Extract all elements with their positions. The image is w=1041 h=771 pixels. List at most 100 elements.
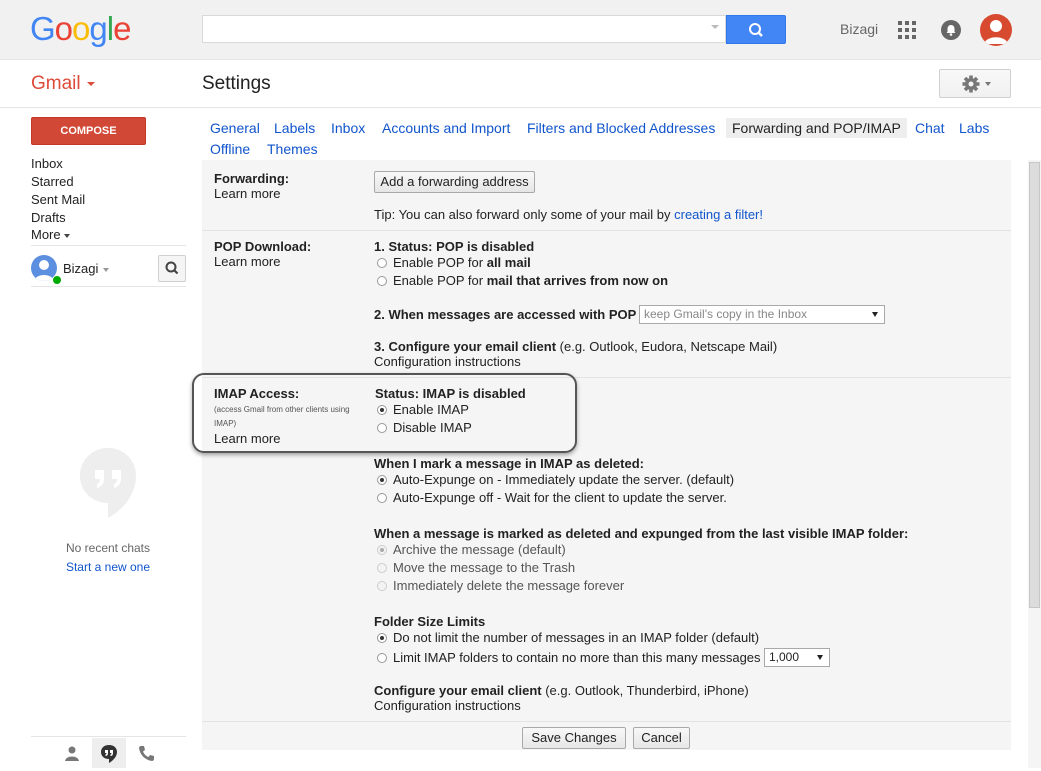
imap-deleted-heading: When I mark a message in IMAP as deleted…	[374, 456, 644, 471]
tab-inbox[interactable]: Inbox	[331, 120, 365, 136]
limit-folder-label[interactable]: Limit IMAP folders to contain no more th…	[393, 650, 761, 665]
pop-all-mail-label[interactable]: Enable POP for all mail	[393, 255, 531, 270]
search-input[interactable]	[202, 15, 726, 43]
pop-accessed-select[interactable]: keep Gmail's copy in the Inbox	[639, 305, 885, 324]
tab-labels[interactable]: Labels	[274, 120, 315, 136]
archive-message-label[interactable]: Archive the message (default)	[393, 542, 566, 557]
tab-forwarding-and-pop-imap[interactable]: Forwarding and POP/IMAP	[726, 118, 907, 138]
save-changes-button[interactable]: Save Changes	[522, 727, 626, 749]
chevron-down-icon	[872, 312, 878, 317]
pop-option-bold: all mail	[486, 255, 531, 270]
nav-item-starred[interactable]: Starred	[31, 174, 74, 189]
pop-learn-more-link[interactable]: Learn more	[214, 254, 280, 269]
no-recent-chats: No recent chats	[65, 541, 151, 555]
folder-limit-select[interactable]: 1,000	[764, 648, 830, 667]
gmail-brand-label: Gmail	[31, 73, 81, 94]
chat-divider	[31, 286, 186, 287]
search-icon	[749, 23, 763, 37]
settings-gear-button[interactable]	[939, 69, 1011, 98]
delete-forever-radio[interactable]	[377, 581, 387, 591]
logo-letter: o	[54, 10, 73, 47]
pop-from-now-radio[interactable]	[377, 276, 387, 286]
scrollbar-thumb[interactable]	[1029, 162, 1040, 608]
pop-configuration-instructions-link[interactable]: Configuration instructions	[374, 354, 521, 369]
contacts-person-icon[interactable]	[62, 744, 82, 762]
nav-item-sent-mail[interactable]: Sent Mail	[31, 192, 85, 207]
google-logo[interactable]: Google	[30, 10, 131, 48]
logo-letter: o	[72, 10, 90, 47]
auto-expunge-off-label[interactable]: Auto-Expunge off - Wait for the client t…	[393, 490, 727, 505]
avatar[interactable]	[980, 14, 1012, 46]
creating-filter-link[interactable]: creating a filter!	[674, 207, 763, 222]
section-divider	[202, 721, 1011, 722]
add-forwarding-address-button[interactable]: Add a forwarding address	[374, 171, 535, 193]
pop-configure-heading: 3. Configure your email client	[374, 339, 557, 354]
forwarding-learn-more-link[interactable]: Learn more	[214, 186, 280, 201]
cancel-button[interactable]: Cancel	[633, 727, 690, 749]
start-new-chat-link[interactable]: Start a new one	[0, 560, 216, 574]
notifications-icon[interactable]	[941, 20, 961, 40]
page-title: Settings	[202, 73, 271, 94]
tab-offline[interactable]: Offline	[210, 141, 250, 157]
chevron-down-icon	[103, 267, 110, 272]
logo-letter: G	[30, 10, 56, 47]
limit-folder-radio[interactable]	[377, 653, 387, 663]
chevron-down-icon	[63, 233, 70, 238]
archive-message-radio[interactable]	[377, 545, 387, 555]
nav-item-inbox[interactable]: Inbox	[31, 156, 63, 171]
auto-expunge-off-radio[interactable]	[377, 493, 387, 503]
hangouts-icon	[78, 446, 138, 520]
imap-configure-heading: Configure your email client	[374, 683, 542, 698]
section-divider	[202, 230, 1011, 231]
pop-accessed-select-value: keep Gmail's copy in the Inbox	[644, 307, 808, 321]
bottom-divider	[31, 736, 186, 737]
forwarding-label: Forwarding:	[214, 171, 290, 186]
auto-expunge-on-radio[interactable]	[377, 475, 387, 485]
phone-icon[interactable]	[136, 744, 156, 762]
pop-download-label: POP Download:	[214, 239, 312, 254]
chat-search-button[interactable]	[158, 255, 186, 282]
nav-divider	[31, 245, 186, 246]
tab-themes[interactable]: Themes	[267, 141, 318, 157]
nav-item-more[interactable]: More	[31, 227, 70, 242]
person-icon	[984, 20, 1008, 44]
header-divider	[0, 107, 1041, 108]
account-name[interactable]: Bizagi	[840, 21, 878, 37]
pop-option-bold: mail that arrives from now on	[486, 273, 669, 288]
move-to-trash-radio[interactable]	[377, 563, 387, 573]
nav-item-drafts[interactable]: Drafts	[31, 210, 66, 225]
chat-user-menu[interactable]: Bizagi	[63, 261, 110, 276]
search-icon	[165, 261, 179, 275]
tab-chat[interactable]: Chat	[915, 120, 945, 136]
compose-button[interactable]: COMPOSE	[31, 117, 146, 145]
tab-labs[interactable]: Labs	[959, 120, 989, 136]
chevron-down-icon	[817, 655, 823, 660]
nav-more-label: More	[31, 227, 61, 242]
pop-configure: 3. Configure your email client (e.g. Out…	[374, 339, 777, 354]
tab-filters-and-blocked-addresses[interactable]: Filters and Blocked Addresses	[527, 120, 715, 136]
forwarding-tip: Tip: You can also forward only some of y…	[374, 207, 763, 222]
auto-expunge-on-label[interactable]: Auto-Expunge on - Immediately update the…	[393, 472, 734, 487]
pop-all-mail-radio[interactable]	[377, 258, 387, 268]
no-folder-limit-label[interactable]: Do not limit the number of messages in a…	[393, 630, 759, 645]
logo-letter: g	[89, 10, 107, 47]
search-button[interactable]	[726, 15, 786, 44]
online-status-dot	[52, 275, 62, 285]
apps-grid-icon[interactable]	[898, 21, 916, 39]
imap-configuration-instructions-link[interactable]: Configuration instructions	[374, 698, 521, 713]
tab-accounts-and-import[interactable]: Accounts and Import	[382, 120, 510, 136]
hangouts-tab-icon[interactable]	[92, 738, 126, 768]
tab-general[interactable]: General	[210, 120, 260, 136]
gmail-menu[interactable]: Gmail	[31, 73, 95, 95]
no-folder-limit-radio[interactable]	[377, 633, 387, 643]
imap-configure: Configure your email client (e.g. Outloo…	[374, 683, 749, 698]
chat-user-name: Bizagi	[63, 261, 99, 276]
delete-forever-label[interactable]: Immediately delete the message forever	[393, 578, 624, 593]
search-options-chevron-icon[interactable]	[711, 25, 719, 29]
pop-from-now-label[interactable]: Enable POP for mail that arrives from no…	[393, 273, 668, 288]
move-to-trash-label[interactable]: Move the message to the Trash	[393, 560, 575, 575]
logo-letter: e	[113, 10, 131, 47]
pop-status: 1. Status: POP is disabled	[374, 239, 535, 254]
pop-configure-examples: (e.g. Outlook, Eudora, Netscape Mail)	[556, 339, 778, 354]
bell-icon	[946, 25, 956, 36]
